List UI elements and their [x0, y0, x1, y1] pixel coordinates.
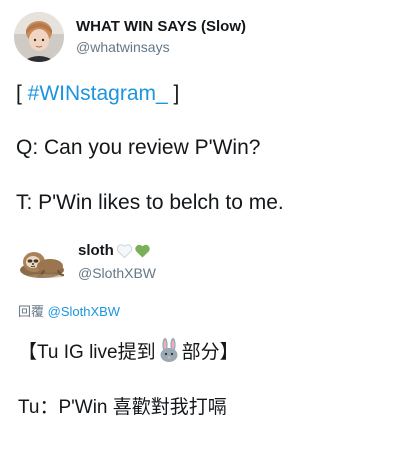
quoted-name-row: sloth: [78, 241, 156, 260]
profile-photo-icon: [14, 12, 64, 62]
quoted-names: sloth @SlothXBW: [78, 241, 156, 283]
tweet-line-hashtag: [ #WINstagram_ ]: [16, 81, 179, 107]
quoted-line-answer: Tu：P'Win 喜歡對我打嗝: [18, 397, 227, 418]
tweet-card: WHAT WIN SAYS (Slow) @whatwinsays [ #WIN…: [0, 0, 402, 463]
sloth-icon: [16, 236, 68, 288]
white-heart-icon: [116, 243, 133, 258]
bracket-close: ]: [167, 82, 180, 105]
green-heart-icon: [135, 244, 150, 257]
quoted-display-name[interactable]: sloth: [78, 241, 114, 260]
quoted-header: sloth @SlothXBW: [16, 236, 156, 288]
quoted-avatar[interactable]: [16, 236, 68, 288]
quoted-line-topic-after: 部分】: [181, 342, 239, 363]
name-emojis: [116, 243, 152, 259]
author-display-name[interactable]: WHAT WIN SAYS (Slow): [76, 17, 246, 36]
rabbit-face-icon: [158, 338, 180, 370]
quoted-line-topic: 【Tu IG live提到 部分】: [18, 338, 239, 370]
profile-avatar[interactable]: [14, 12, 64, 62]
reply-context: 回覆 @SlothXBW: [18, 303, 120, 320]
tweet-header: WHAT WIN SAYS (Slow) @whatwinsays: [14, 12, 246, 62]
tweet-line-question: Q: Can you review P'Win?: [16, 136, 261, 159]
author-names: WHAT WIN SAYS (Slow) @whatwinsays: [76, 17, 246, 57]
quoted-handle[interactable]: @SlothXBW: [78, 264, 156, 283]
tweet-line-answer: T: P'Win likes to belch to me.: [16, 191, 284, 214]
author-handle[interactable]: @whatwinsays: [76, 38, 246, 57]
bracket-open: [: [16, 82, 28, 105]
hashtag-link[interactable]: #WINstagram_: [28, 82, 168, 105]
quoted-line-topic-before: 【Tu IG live提到: [18, 342, 156, 363]
reply-label: 回覆: [18, 304, 45, 319]
reply-handle-link[interactable]: @SlothXBW: [48, 304, 120, 319]
